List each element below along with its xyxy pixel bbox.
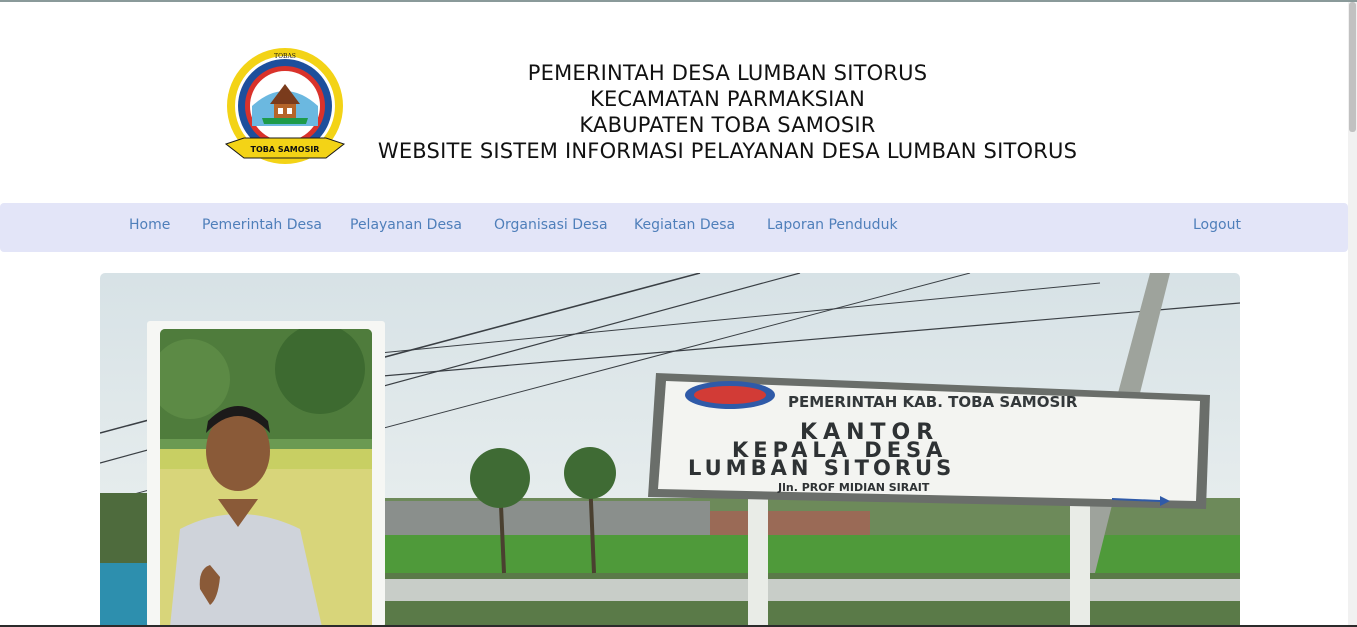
vertical-scrollbar[interactable]	[1348, 2, 1357, 627]
header-line-4: WEBSITE SISTEM INFORMASI PELAYANAN DESA …	[377, 139, 1078, 163]
logo-top-text: TOBAS	[274, 53, 296, 60]
header-line-1: PEMERINTAH DESA LUMBAN SITORUS	[527, 61, 928, 85]
logo-ribbon-text: TOBA SAMOSIR	[251, 145, 320, 154]
nav-home[interactable]: Home	[129, 217, 170, 233]
nav-pelayanan-desa[interactable]: Pelayanan Desa	[350, 217, 462, 233]
nav-laporan-penduduk[interactable]: Laporan Penduduk	[767, 217, 898, 233]
main-navbar: Home Pemerintah Desa Pelayanan Desa Orga…	[0, 203, 1348, 252]
village-head-photo	[160, 329, 372, 627]
header-titles: PEMERINTAH DESA LUMBAN SITORUS KECAMATAN…	[340, 60, 1115, 164]
header-line-3: KABUPATEN TOBA SAMOSIR	[579, 113, 876, 137]
nav-pemerintah-desa[interactable]: Pemerintah Desa	[202, 217, 322, 233]
nav-logout[interactable]: Logout	[1193, 217, 1241, 233]
header-line-2: KECAMATAN PARMAKSIAN	[589, 87, 865, 111]
scrollbar-thumb[interactable]	[1349, 2, 1356, 132]
sign-line-4: LUMBAN SITORUS	[688, 456, 955, 480]
sign-line-5: Jln. PROF MIDIAN SIRAIT	[777, 481, 930, 494]
site-header: TOBA SAMOSIR TOBAS PEMERINTAH DESA LUMBA…	[0, 2, 1348, 202]
village-logo: TOBA SAMOSIR TOBAS	[222, 46, 348, 170]
nav-organisasi-desa[interactable]: Organisasi Desa	[494, 217, 608, 233]
nav-kegiatan-desa[interactable]: Kegiatan Desa	[634, 217, 735, 233]
sign-line-1: PEMERINTAH KAB. TOBA SAMOSIR	[788, 393, 1078, 411]
